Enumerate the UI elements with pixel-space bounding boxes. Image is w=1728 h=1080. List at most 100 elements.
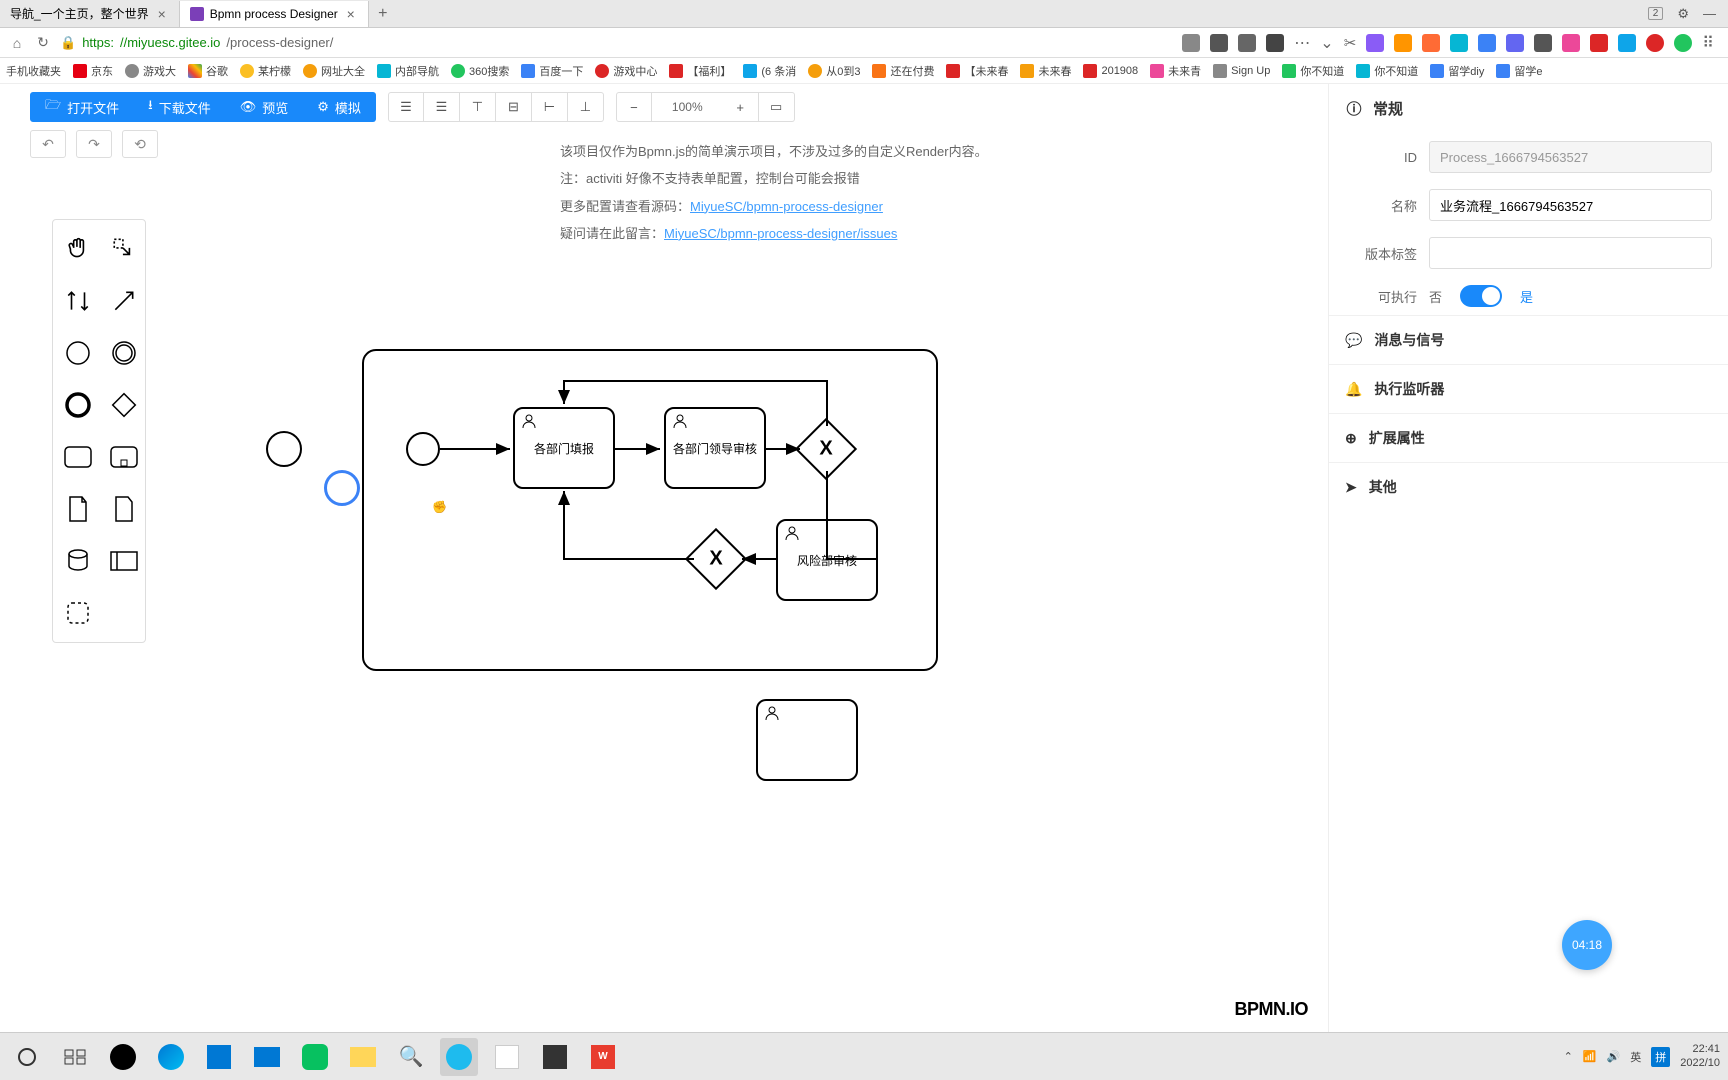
version-label: 版本标签 bbox=[1345, 244, 1417, 263]
version-field[interactable] bbox=[1429, 237, 1712, 269]
puzzle-icon[interactable]: ⚙ bbox=[1677, 6, 1689, 22]
scissors-icon[interactable]: ✂ bbox=[1344, 34, 1357, 52]
ext-icon[interactable] bbox=[1506, 34, 1524, 52]
ext-icon[interactable] bbox=[1394, 34, 1412, 52]
bookmark-item[interactable]: 游戏中心 bbox=[595, 63, 657, 79]
wifi-icon[interactable]: 📶 bbox=[1583, 1050, 1597, 1063]
spare-start-event[interactable] bbox=[266, 431, 302, 467]
ext-icon[interactable] bbox=[1422, 34, 1440, 52]
align-center-button[interactable]: ⊢ bbox=[532, 92, 568, 122]
close-icon[interactable]: × bbox=[344, 7, 358, 21]
accordion-other[interactable]: ➤ 其他 bbox=[1329, 462, 1728, 511]
panel-header-general[interactable]: ⓘ 常规 bbox=[1329, 84, 1728, 133]
align-bottom-button[interactable]: ⊥ bbox=[568, 92, 604, 122]
ext-icon[interactable] bbox=[1450, 34, 1468, 52]
app-icon[interactable] bbox=[536, 1038, 574, 1076]
explorer-icon[interactable] bbox=[344, 1038, 382, 1076]
app-icon[interactable] bbox=[488, 1038, 526, 1076]
ime-mode[interactable]: 拼 bbox=[1651, 1047, 1670, 1067]
ext-icon[interactable] bbox=[1534, 34, 1552, 52]
bookmark-item[interactable]: 【未来春 bbox=[946, 63, 1008, 79]
taskview-icon[interactable] bbox=[56, 1038, 94, 1076]
close-icon[interactable]: × bbox=[155, 7, 169, 21]
preview-button[interactable]: 👁预览 bbox=[226, 92, 304, 122]
translate-icon[interactable] bbox=[1238, 34, 1256, 52]
bookmark-item[interactable]: 201908 bbox=[1083, 64, 1138, 78]
align-middle-button[interactable]: ⊟ bbox=[496, 92, 532, 122]
accordion-messages[interactable]: 💬 消息与信号 bbox=[1329, 315, 1728, 364]
ime-indicator[interactable]: 英 bbox=[1630, 1049, 1641, 1065]
user-task-empty[interactable] bbox=[756, 699, 858, 781]
apps-icon[interactable]: ⠿ bbox=[1702, 33, 1714, 53]
bookmark-item[interactable]: 360搜索 bbox=[451, 63, 509, 79]
app-icon[interactable] bbox=[104, 1038, 142, 1076]
bookmark-item[interactable]: 谷歌 bbox=[188, 63, 228, 79]
ie-icon[interactable] bbox=[440, 1038, 478, 1076]
bookmark-item[interactable]: 还在付费 bbox=[872, 63, 934, 79]
accordion-ext-props[interactable]: ⊕ 扩展属性 bbox=[1329, 413, 1728, 462]
zoom-out-button[interactable]: − bbox=[616, 92, 652, 122]
start-icon[interactable] bbox=[8, 1038, 46, 1076]
mail-icon[interactable] bbox=[248, 1038, 286, 1076]
browser-tab-1[interactable]: Bpmn process Designer × bbox=[180, 1, 369, 27]
accordion-listeners[interactable]: 🔔 执行监听器 bbox=[1329, 364, 1728, 413]
bpmn-canvas[interactable]: 各部门填报 各部门领导审核 X X 风险部审核 bbox=[0, 124, 1328, 1032]
bookmark-item[interactable]: 网址大全 bbox=[303, 63, 365, 79]
ext-icon[interactable] bbox=[1182, 34, 1200, 52]
ext-icon[interactable] bbox=[1266, 34, 1284, 52]
wps-icon[interactable]: W bbox=[584, 1038, 622, 1076]
executable-toggle[interactable] bbox=[1460, 285, 1502, 307]
window-count-badge[interactable]: 2 bbox=[1648, 7, 1664, 20]
download-button[interactable]: ⭳下载文件 bbox=[134, 92, 226, 122]
bookmark-item[interactable]: 你不知道 bbox=[1356, 63, 1418, 79]
open-file-button[interactable]: 🗁打开文件 bbox=[30, 92, 134, 122]
new-tab-button[interactable]: + bbox=[369, 5, 397, 23]
bookmark-item[interactable]: 手机收藏夹 bbox=[6, 63, 61, 79]
browser-tab-0[interactable]: 导航_一个主页，整个世界 × bbox=[0, 1, 180, 27]
home-icon[interactable]: ⌂ bbox=[8, 34, 26, 52]
bookmark-item[interactable]: (6 条消 bbox=[743, 63, 796, 79]
ext-icon[interactable] bbox=[1210, 34, 1228, 52]
bookmark-item[interactable]: 【福利】 bbox=[669, 63, 731, 79]
align-top-button[interactable]: ⊤ bbox=[460, 92, 496, 122]
bookmark-item[interactable]: 内部导航 bbox=[377, 63, 439, 79]
clock[interactable]: 22:41 2022/10 bbox=[1680, 1043, 1720, 1069]
bookmark-item[interactable]: 留学e bbox=[1496, 63, 1542, 79]
volume-icon[interactable]: 🔊 bbox=[1607, 1050, 1621, 1063]
bookmark-item[interactable]: 百度一下 bbox=[521, 63, 583, 79]
align-right-button[interactable]: ☰ bbox=[424, 92, 460, 122]
chevron-up-icon[interactable]: ⌃ bbox=[1564, 1050, 1573, 1063]
bookmark-item[interactable]: 未来青 bbox=[1150, 63, 1201, 79]
ext-icon[interactable] bbox=[1478, 34, 1496, 52]
ext-icon[interactable] bbox=[1366, 34, 1384, 52]
search-icon[interactable]: 🔍 bbox=[392, 1038, 430, 1076]
minimize-icon[interactable]: — bbox=[1703, 6, 1716, 21]
bookmark-item[interactable]: 京东 bbox=[73, 63, 113, 79]
bookmark-item[interactable]: 游戏大 bbox=[125, 63, 176, 79]
edge-icon[interactable] bbox=[152, 1038, 190, 1076]
ext-icon[interactable] bbox=[1674, 34, 1692, 52]
timer-bubble[interactable]: 04:18 bbox=[1562, 920, 1612, 970]
bookmark-item[interactable]: 某柠檬 bbox=[240, 63, 291, 79]
store-icon[interactable] bbox=[200, 1038, 238, 1076]
reload-icon[interactable]: ↻ bbox=[34, 34, 52, 52]
bookmark-item[interactable]: 你不知道 bbox=[1282, 63, 1344, 79]
bookmark-item[interactable]: 留学diy bbox=[1430, 63, 1484, 79]
zoom-in-button[interactable]: + bbox=[723, 92, 759, 122]
url-display[interactable]: 🔒 https://miyuesc.gitee.io/process-desig… bbox=[60, 35, 333, 51]
wechat-icon[interactable] bbox=[296, 1038, 334, 1076]
bookmark-item[interactable]: 从0到3 bbox=[808, 63, 860, 79]
adblock-icon[interactable] bbox=[1646, 34, 1664, 52]
selected-element[interactable] bbox=[324, 470, 360, 506]
more-icon[interactable]: ⋯ bbox=[1294, 33, 1310, 53]
ext-icon[interactable] bbox=[1590, 34, 1608, 52]
align-left-button[interactable]: ☰ bbox=[388, 92, 424, 122]
ext-icon[interactable] bbox=[1562, 34, 1580, 52]
zoom-fit-button[interactable]: ▭ bbox=[759, 92, 795, 122]
simulate-button[interactable]: ⚙模拟 bbox=[303, 92, 376, 122]
name-field[interactable] bbox=[1429, 189, 1712, 221]
chevron-down-icon[interactable]: ⌄ bbox=[1320, 33, 1333, 53]
bookmark-item[interactable]: Sign Up bbox=[1213, 64, 1270, 78]
ext-icon[interactable] bbox=[1618, 34, 1636, 52]
bookmark-item[interactable]: 未来春 bbox=[1020, 63, 1071, 79]
